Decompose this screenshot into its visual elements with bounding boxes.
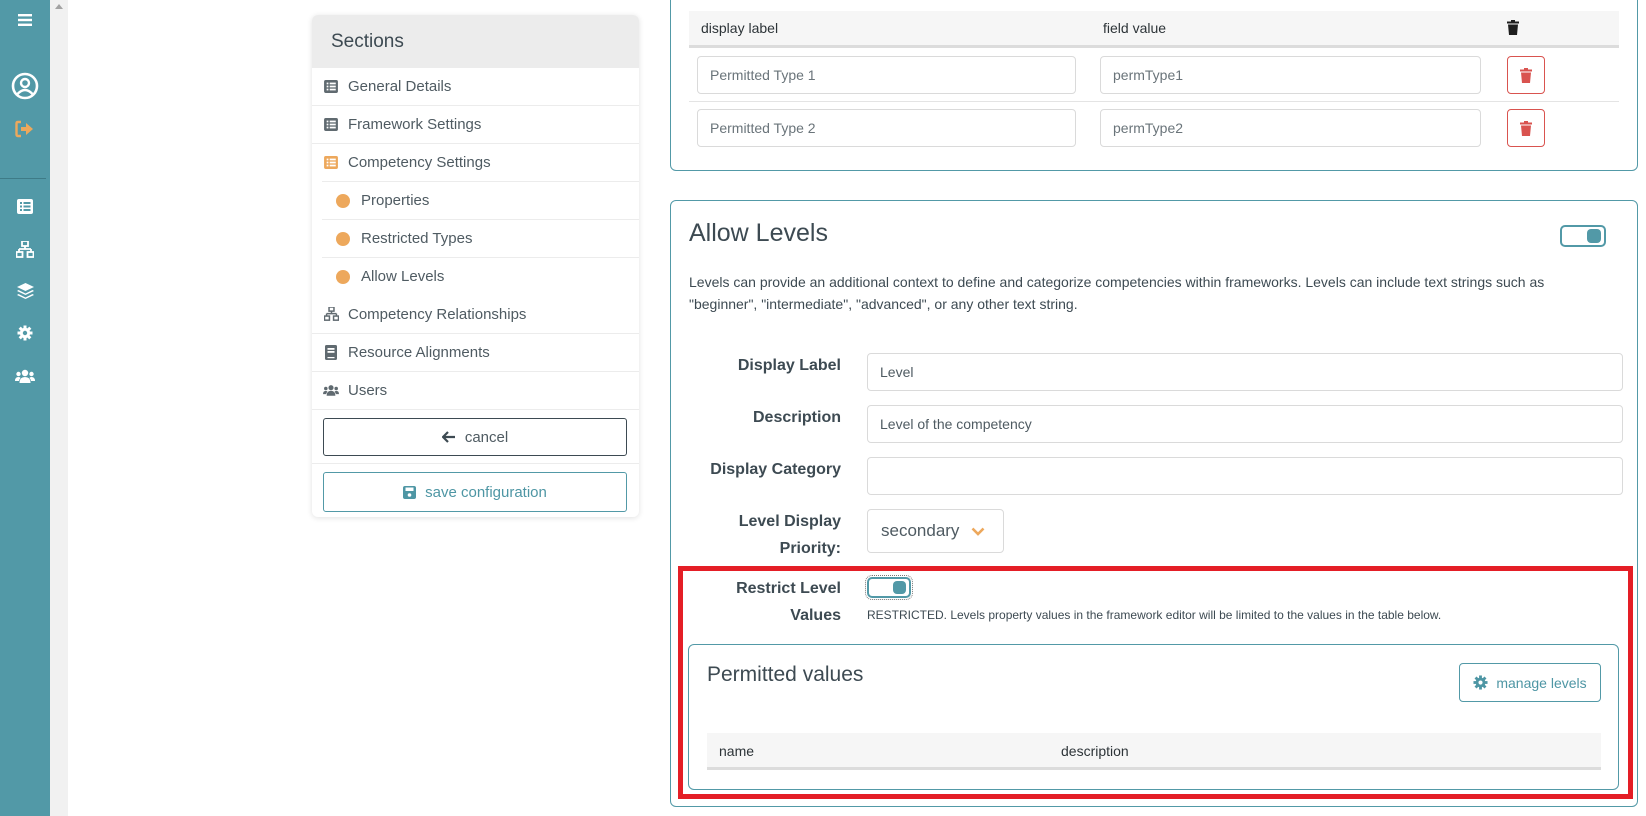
label-line: Restrict Level — [736, 580, 841, 597]
label-line: Priority: — [779, 540, 841, 557]
section-label: Framework Settings — [348, 116, 482, 133]
list-icon — [323, 156, 339, 169]
field-value-input-1[interactable]: permType1 — [1100, 56, 1481, 94]
delete-row-button-2[interactable] — [1507, 109, 1545, 147]
section-label: Users — [348, 382, 388, 399]
allow-levels-toggle[interactable] — [1560, 225, 1606, 247]
column-name: name — [719, 743, 755, 759]
scrollbar[interactable] — [50, 0, 68, 816]
restricted-types-card: display label field value Permitted Type… — [670, 0, 1638, 171]
users-icon — [323, 384, 339, 397]
section-properties[interactable]: Properties — [322, 181, 639, 219]
permitted-values-title: Permitted values — [707, 663, 864, 686]
restrict-level-values-label: Restrict Level Values — [671, 575, 841, 629]
section-resource-alignments[interactable]: Resource Alignments — [312, 333, 639, 371]
section-label: Restricted Types — [361, 230, 473, 247]
restricted-note: RESTRICTED. Levels property values in th… — [867, 608, 1442, 622]
section-users[interactable]: Users — [312, 371, 639, 409]
display-label-input[interactable]: Level — [867, 353, 1623, 391]
dot-icon — [336, 231, 350, 246]
column-display-label: display label — [701, 20, 779, 36]
display-label-input-1[interactable]: Permitted Type 1 — [697, 56, 1076, 94]
manage-levels-label: manage levels — [1496, 674, 1587, 691]
book-icon — [323, 345, 339, 360]
section-restricted-types[interactable]: Restricted Types — [322, 219, 639, 257]
gear-icon — [1473, 675, 1488, 690]
section-label: Competency Relationships — [348, 305, 527, 323]
sign-out-icon[interactable] — [0, 118, 50, 140]
permitted-values-table-header: name description — [707, 733, 1601, 770]
trash-icon — [1520, 67, 1532, 83]
level-display-priority-label: Level Display Priority: — [671, 508, 841, 562]
section-competency-relationships[interactable]: Competency Relationships — [312, 295, 639, 333]
section-general-details[interactable]: General Details — [312, 67, 639, 105]
list-icon — [323, 80, 339, 93]
selected-value: secondary — [881, 521, 960, 540]
section-label: Competency Settings — [348, 154, 491, 171]
section-label: Properties — [361, 192, 430, 209]
trash-icon — [1520, 120, 1532, 136]
chevron-down-icon — [972, 527, 985, 536]
sections-panel: Sections General Details Framework Setti… — [312, 15, 639, 517]
allow-levels-title: Allow Levels — [689, 219, 828, 247]
section-label: General Details — [348, 78, 452, 95]
restrict-level-values-toggle[interactable] — [865, 575, 913, 600]
save-configuration-button[interactable]: save configuration — [323, 472, 627, 512]
field-value-input-2[interactable]: permType2 — [1100, 109, 1481, 147]
layers-icon[interactable] — [0, 281, 50, 301]
dot-icon — [336, 269, 350, 284]
toggle-knob — [893, 581, 906, 594]
arrow-left-icon — [441, 431, 455, 443]
rail-divider — [0, 178, 46, 179]
label-line: Level Display — [738, 513, 841, 530]
sections-title: Sections — [312, 15, 639, 67]
section-competency-settings[interactable]: Competency Settings — [312, 143, 639, 181]
display-label-label: Display Label — [737, 357, 841, 374]
description-label: Description — [752, 409, 841, 426]
nav-rail — [0, 0, 50, 816]
manage-levels-button[interactable]: manage levels — [1459, 663, 1601, 702]
trash-icon[interactable] — [1507, 20, 1519, 38]
sitemap-icon — [323, 307, 339, 321]
menu-icon[interactable] — [0, 10, 50, 30]
list-icon[interactable] — [0, 196, 50, 216]
display-category-input[interactable] — [867, 457, 1623, 495]
level-display-priority-select[interactable]: secondary — [867, 509, 1004, 553]
permitted-values-card: Permitted values manage levels name desc… — [688, 644, 1619, 790]
toggle-knob — [1587, 229, 1601, 243]
scroll-up-icon[interactable] — [55, 4, 63, 9]
cancel-button[interactable]: cancel — [323, 418, 627, 456]
sitemap-icon[interactable] — [0, 239, 50, 259]
users-icon[interactable] — [0, 366, 50, 386]
list-icon — [323, 118, 339, 131]
section-allow-levels[interactable]: Allow Levels — [322, 257, 639, 295]
floppy-disk-icon — [403, 485, 417, 499]
label-line: Values — [790, 607, 841, 624]
row-divider — [689, 101, 1619, 102]
description-input[interactable]: Level of the competency — [867, 405, 1623, 443]
restricted-types-table-header: display label field value — [689, 11, 1619, 48]
section-framework-settings[interactable]: Framework Settings — [312, 105, 639, 143]
column-field-value: field value — [1103, 20, 1167, 36]
gear-icon[interactable] — [0, 323, 50, 343]
display-category-label: Display Category — [710, 461, 841, 478]
allow-levels-card: Allow Levels Levels can provide an addit… — [670, 200, 1638, 807]
cancel-label: cancel — [464, 428, 509, 446]
user-circle-icon[interactable] — [0, 71, 50, 101]
allow-levels-description: Levels can provide an additional context… — [689, 274, 1545, 312]
save-label: save configuration — [425, 483, 547, 501]
section-label: Allow Levels — [361, 268, 445, 285]
divider — [312, 409, 639, 410]
delete-row-button-1[interactable] — [1507, 56, 1545, 94]
section-label: Resource Alignments — [348, 344, 490, 361]
dot-icon — [336, 193, 350, 208]
column-description: description — [1061, 743, 1129, 759]
divider — [312, 463, 639, 464]
display-label-input-2[interactable]: Permitted Type 2 — [697, 109, 1076, 147]
